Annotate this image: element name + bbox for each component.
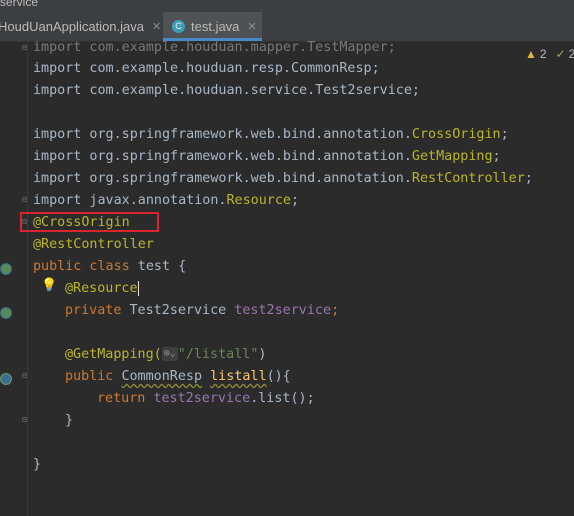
spring-bean-icon[interactable] (0, 373, 12, 385)
code-text: private (65, 303, 122, 318)
code-text: @RestController (33, 237, 154, 252)
code-line: @Resource (65, 278, 139, 300)
code-text: CommonResp (121, 369, 203, 384)
code-text: listall (210, 369, 267, 384)
code-line: import com.example.houduan.service.Test2… (33, 80, 420, 102)
check-icon: ✓ (555, 47, 566, 61)
breadcrumb: service (0, 0, 39, 9)
code-line: import javax.annotation.Resource; (33, 193, 300, 208)
inspection-widget[interactable]: ▲ 2 ✓ 2 (525, 47, 574, 61)
code-line: import org.springframework.web.bind.anno… (33, 171, 533, 186)
bulb-icon[interactable]: 💡 (41, 279, 57, 292)
code-text: RestController (411, 171, 525, 186)
code-line: import com.example.houduan.resp.CommonRe… (33, 58, 380, 80)
code-text: Resource (226, 193, 291, 208)
class-file-icon: C (172, 20, 185, 33)
code-line: import com.example.houduan.mapper.TestMa… (33, 37, 396, 59)
close-icon[interactable]: ✕ (152, 20, 161, 33)
code-text: "/listall" (177, 347, 259, 362)
fold-icon[interactable]: ⊟ (22, 196, 30, 204)
code-text: import org.springframework.web.bind.anno… (33, 149, 412, 164)
fold-icon[interactable]: ⊟ (22, 372, 30, 380)
code-text: import com.example.houduan.mapper.TestMa… (33, 40, 396, 55)
code-text: (){ (266, 369, 291, 384)
code-text: } (65, 413, 74, 428)
close-icon[interactable]: ✕ (247, 20, 256, 33)
code-line: private Test2service test2service; (65, 303, 340, 318)
check-count: 2 (568, 47, 574, 61)
code-text: public class (33, 259, 130, 274)
code-text: Test2service (121, 303, 235, 318)
text-cursor (137, 280, 139, 296)
code-text: ) (258, 347, 267, 362)
code-line: @CrossOrigin (33, 212, 130, 234)
code-text: return (97, 391, 146, 406)
warning-count: 2 (539, 47, 547, 61)
code-text: import org.springframework.web.bind.anno… (33, 127, 412, 142)
code-line: public class test { (33, 256, 186, 278)
code-line: import org.springframework.web.bind.anno… (33, 127, 509, 142)
spring-bean-icon[interactable] (0, 307, 12, 319)
code-text: import com.example.houduan.service.Test2… (33, 83, 420, 98)
code-text: test2service (153, 391, 251, 406)
code-text: @CrossOrigin (33, 215, 130, 230)
code-text: @Resource (65, 281, 138, 296)
fold-icon[interactable]: ⊟ (22, 416, 30, 424)
tab-label: test.java (191, 19, 240, 34)
code-text: @GetMapping( (65, 347, 162, 362)
code-line: } (65, 410, 73, 432)
code-text: public (65, 369, 114, 384)
spring-bean-icon[interactable] (0, 263, 12, 275)
code-text: CrossOrigin (411, 127, 501, 142)
code-line: import org.springframework.web.bind.anno… (33, 149, 501, 164)
code-text: import com.example.houduan.resp.CommonRe… (33, 61, 380, 76)
warning-icon: ▲ (525, 47, 537, 61)
code-line: return test2service.list(); (97, 388, 315, 410)
code-line: } (33, 454, 41, 476)
code-line: public CommonResp listall(){ (65, 366, 291, 388)
code-line: @GetMapping(⊕⌄ "/listall") (65, 344, 266, 366)
breadcrumb-bar: service (0, 0, 574, 12)
code-text: } (33, 457, 42, 472)
code-line: @RestController (33, 234, 154, 256)
url-mapping-icon[interactable]: ⊕⌄ (161, 347, 178, 361)
tab-label: HoudUanApplication.java (0, 19, 144, 34)
code-text: test { (129, 259, 187, 274)
code-text: test2service (234, 303, 332, 318)
code-text: .list(); (250, 391, 315, 406)
code-text: import org.springframework.web.bind.anno… (33, 171, 412, 186)
fold-icon[interactable]: ⊟ (22, 44, 30, 52)
code-text: GetMapping (411, 149, 493, 164)
gutter-divider (27, 41, 28, 516)
code-text: import javax.annotation. (33, 193, 227, 208)
